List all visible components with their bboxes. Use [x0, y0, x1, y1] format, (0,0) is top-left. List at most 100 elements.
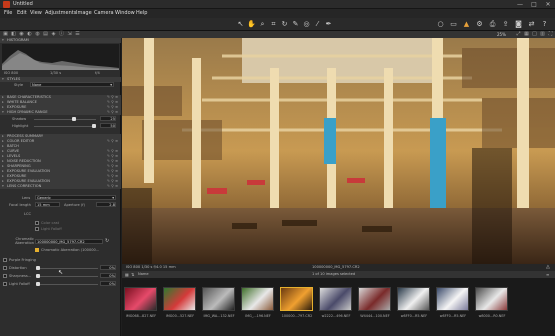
- light-falloff-checkbox[interactable]: [35, 227, 39, 231]
- shadow-slider-knob[interactable]: [72, 117, 76, 121]
- distortion-slider[interactable]: [36, 266, 98, 270]
- menu-image[interactable]: Image: [76, 10, 92, 16]
- highlight-slider-knob[interactable]: [92, 124, 96, 128]
- collapse-arrow-icon: ▾: [2, 77, 4, 81]
- menu-adjustments[interactable]: Adjustments: [45, 10, 76, 16]
- sort-select[interactable]: Name: [138, 271, 149, 278]
- color-tab-icon[interactable]: ◉: [18, 31, 25, 38]
- hand-tool-icon[interactable]: ✋: [247, 20, 256, 29]
- print-icon[interactable]: ⎙: [488, 20, 497, 29]
- single-view-icon[interactable]: □: [531, 31, 538, 38]
- filmstrip-thumbnail[interactable]: [124, 287, 157, 311]
- brush-tool-icon[interactable]: ⁄: [313, 20, 322, 29]
- highlight-label: Highlight: [12, 124, 29, 128]
- adjust-tab-icon[interactable]: ◈: [50, 31, 57, 38]
- aperture-value[interactable]: 2.8: [96, 202, 116, 207]
- chromatic-aberration-select[interactable]: 100000000_MG_5797.CR2: [35, 239, 103, 244]
- style-select[interactable]: None ▾: [30, 82, 114, 87]
- image-viewer[interactable]: [122, 38, 555, 264]
- thumbnail-filename: IMG068...827.NEF: [125, 314, 157, 318]
- refresh-icon[interactable]: ↻: [105, 238, 109, 244]
- shadow-slider[interactable]: [34, 117, 96, 121]
- filmstrip-thumbnail[interactable]: [397, 287, 430, 311]
- details-tab-icon[interactable]: ▤: [42, 31, 49, 38]
- pick-tool-icon[interactable]: ✎: [291, 20, 300, 29]
- atrium-photo[interactable]: [122, 38, 555, 264]
- purple-fringing-checkbox[interactable]: [3, 258, 7, 262]
- filmstrip-thumbnail[interactable]: [358, 287, 391, 311]
- focal-length-value[interactable]: 15 mm: [35, 202, 60, 207]
- light-falloff-slider[interactable]: [36, 282, 98, 286]
- camera-icon[interactable]: ◙: [514, 20, 523, 29]
- lens-tab-icon[interactable]: ◍: [34, 31, 41, 38]
- menu-camera[interactable]: Camera: [94, 10, 114, 16]
- sort-icon[interactable]: ⇅: [131, 271, 134, 278]
- multi-view-icon[interactable]: ▥: [539, 31, 546, 38]
- chromatic-aberration-checkbox[interactable]: [35, 248, 39, 252]
- lcc-label: LCC: [24, 212, 32, 216]
- main-toolbar: ↖ ✋ ⌕ ⌗ ↻ ✎ ◎ ⁄ ✒ ○ ▭ ▲ ⚙ ⎙ ⇪ ◙ ⇄ ?: [0, 18, 555, 31]
- filmstrip-thumbnail[interactable]: [202, 287, 235, 311]
- library-tab-icon[interactable]: ▣: [2, 31, 9, 38]
- warning-icon[interactable]: ▲: [462, 20, 471, 29]
- menu-help[interactable]: Help: [136, 10, 147, 16]
- crop-tool-icon[interactable]: ⌗: [269, 20, 278, 29]
- highlight-value[interactable]: 50: [100, 123, 116, 128]
- pointer-tool-icon[interactable]: ↖: [236, 20, 245, 29]
- sharpness-checkbox[interactable]: [3, 274, 7, 278]
- sharpness-slider[interactable]: [36, 274, 98, 278]
- grid-view-icon[interactable]: ▦: [523, 31, 530, 38]
- distortion-checkbox[interactable]: [3, 266, 7, 270]
- light-falloff-option-checkbox[interactable]: [3, 282, 7, 286]
- sharpness-slider-knob[interactable]: [36, 274, 40, 278]
- compare-icon[interactable]: ▭: [449, 20, 458, 29]
- panel-lens-correction[interactable]: ▾ LENS CORRECTION ✎ ⚲ ≡: [0, 184, 121, 189]
- minimize-button[interactable]: —: [513, 0, 527, 9]
- panel-menu-icon[interactable]: ✎ ⚲ ≡: [107, 110, 118, 115]
- exposure-tab-icon[interactable]: ◐: [26, 31, 33, 38]
- help-icon[interactable]: ?: [540, 20, 549, 29]
- meta-tab-icon[interactable]: ⓘ: [58, 31, 65, 38]
- menu-edit[interactable]: Edit: [17, 10, 27, 16]
- menu-window[interactable]: Window: [115, 10, 135, 16]
- filmstrip-thumbnail[interactable]: [436, 287, 469, 311]
- batch-tab-icon[interactable]: ☰: [74, 31, 81, 38]
- color-cast-checkbox[interactable]: [35, 221, 39, 225]
- filmstrip-thumbnail[interactable]: [163, 287, 196, 311]
- filmstrip-thumbnail[interactable]: [319, 287, 352, 311]
- fit-icon[interactable]: ⤢: [515, 31, 522, 38]
- light-falloff-slider-knob[interactable]: [36, 282, 40, 286]
- browser-options-icon[interactable]: ≡: [546, 271, 549, 278]
- eyedropper-tool-icon[interactable]: ✒: [324, 20, 333, 29]
- sharpness-value[interactable]: 0%: [100, 273, 116, 278]
- menu-bar: File Edit View Adjustments Image Camera …: [0, 9, 555, 18]
- sync-icon[interactable]: ⇄: [527, 20, 536, 29]
- close-button[interactable]: ✕: [541, 0, 555, 9]
- rotate-tool-icon[interactable]: ↻: [280, 20, 289, 29]
- maximize-button[interactable]: □: [527, 0, 541, 9]
- output-tab-icon[interactable]: ⇲: [66, 31, 73, 38]
- search-icon[interactable]: ○: [436, 20, 445, 29]
- capture-tab-icon[interactable]: ◧: [10, 31, 17, 38]
- filmstrip-thumbnail[interactable]: [475, 287, 508, 311]
- histogram-header[interactable]: ▾ HISTOGRAM: [0, 38, 121, 43]
- lens-select[interactable]: Generic ▾: [35, 195, 116, 200]
- highlight-slider[interactable]: [34, 124, 96, 128]
- thumbnail-filename: w8000...R0.NEF: [478, 314, 506, 318]
- export-icon[interactable]: ⇪: [501, 20, 510, 29]
- spot-tool-icon[interactable]: ◎: [302, 20, 311, 29]
- panel-menu-icon[interactable]: ✎ ⚲ ≡: [107, 184, 118, 189]
- distortion-value[interactable]: 0%: [100, 265, 116, 270]
- browser-grid-icon[interactable]: ▦: [125, 271, 129, 278]
- filmstrip-thumbnail[interactable]: [280, 287, 313, 311]
- zoom-tool-icon[interactable]: ⌕: [258, 20, 267, 29]
- fullscreen-icon[interactable]: ⛶: [547, 31, 554, 38]
- distortion-slider-knob[interactable]: [36, 266, 40, 270]
- filmstrip-thumbnail[interactable]: [241, 287, 274, 311]
- shadow-value[interactable]: 25: [100, 116, 116, 121]
- settings-icon[interactable]: ⚙: [475, 20, 484, 29]
- light-falloff-value[interactable]: 0%: [100, 281, 116, 286]
- panel-hdr[interactable]: ▾ HIGH DYNAMIC RANGE ✎ ⚲ ≡: [0, 110, 121, 115]
- menu-file[interactable]: File: [4, 10, 12, 16]
- menu-view[interactable]: View: [30, 10, 42, 16]
